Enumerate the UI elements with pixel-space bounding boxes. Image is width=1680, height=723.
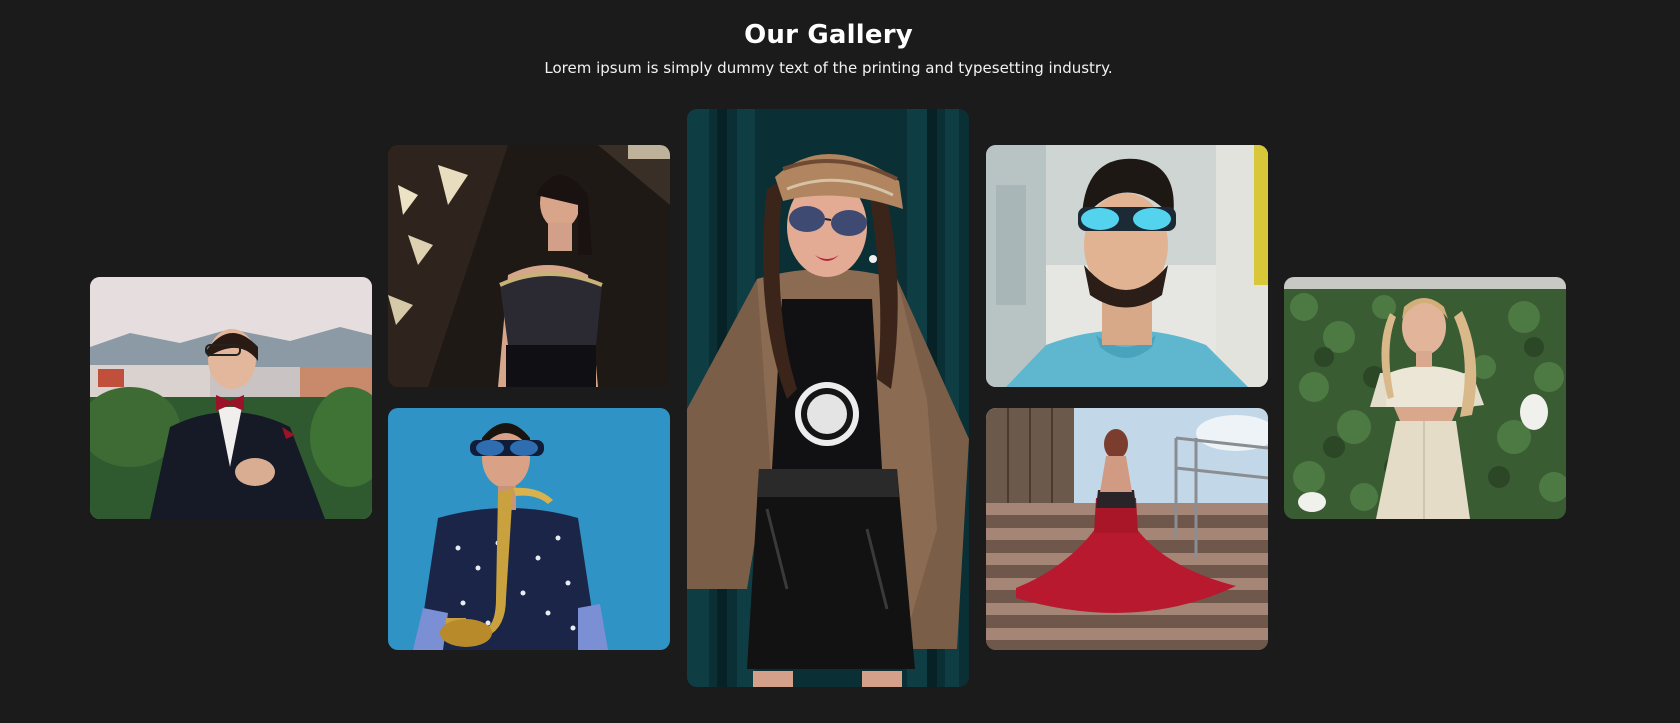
gallery-subtitle: Lorem ipsum is simply dummy text of the … — [544, 59, 1113, 77]
gallery-photo-tuxedo-man[interactable] — [90, 277, 372, 519]
gallery-photo-man-sunglasses[interactable] — [986, 145, 1268, 387]
saxophone-man-image — [388, 408, 670, 650]
gallery-title: Our Gallery — [744, 20, 913, 50]
woman-plaid-jacket-image — [687, 109, 969, 687]
gallery-photo-woman-plaid-jacket[interactable] — [687, 109, 969, 687]
gallery-photo-woman-white-outfit[interactable] — [1284, 277, 1566, 519]
gallery-section: Our Gallery Lorem ipsum is simply dummy … — [0, 0, 1680, 723]
gallery-photo-woman-corset[interactable] — [388, 145, 670, 387]
woman-white-outfit-image — [1284, 277, 1566, 519]
gallery-photo-woman-red-dress[interactable] — [986, 408, 1268, 650]
woman-corset-image — [388, 145, 670, 387]
tuxedo-man-image — [90, 277, 372, 519]
gallery-photo-saxophone-man[interactable] — [388, 408, 670, 650]
woman-red-dress-image — [986, 408, 1268, 650]
man-sunglasses-image — [986, 145, 1268, 387]
